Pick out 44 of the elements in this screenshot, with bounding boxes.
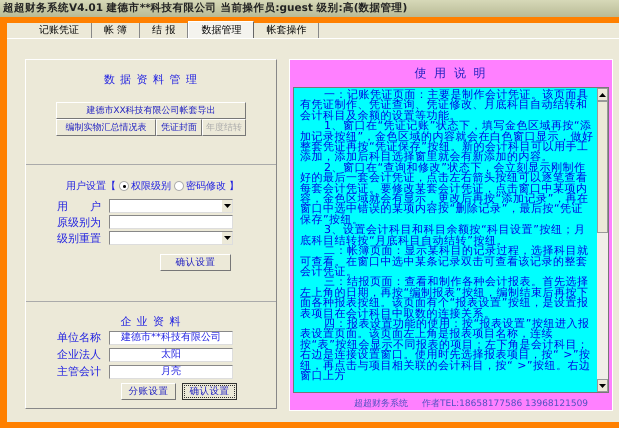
dropdown-field[interactable]: [109, 231, 233, 245]
field-label: 企业法人: [57, 347, 102, 362]
help-paragraph: 四：报表设置功能的使用：按“报表设置”按纽进入报表设置页面。该页面左上角是报表项目名称，连续按“表”按纽会显示不同报表的项目；左下角是会计科目；右边是连接设置窗口。使用时先选择报表项目，按“ >”按纽，再点击与项目相关联的会计科目，按“ >”按纽。右边窗口上方: [300, 318, 592, 382]
scroll-thumb[interactable]: [597, 101, 608, 233]
help-paragraph: 三：结报页面：查看和制作各种会计报表。首先选择左上角的日期，再按“编制报表”按纽，编制结束后再按下面各种报表按纽。该页面有个“报表设置”按纽，是设置报表项目在会计科目中取数的连接关系。: [300, 277, 590, 319]
tab[interactable]: 帐套操作: [254, 23, 320, 38]
section-heading: 企 业 资 料: [120, 314, 182, 329]
radio-label[interactable]: 权限级别: [131, 179, 171, 193]
input-field[interactable]: 月亮: [109, 364, 233, 378]
tab[interactable]: 帐 簿: [92, 23, 140, 38]
footer-app-name: 超超财务系统: [354, 398, 408, 410]
settings-button[interactable]: 分账设置: [121, 383, 176, 400]
action-button[interactable]: 凭证封面: [156, 119, 202, 136]
footer-contact: 作者TEL:18658177586 13968121509: [422, 398, 588, 410]
tab[interactable]: 数据管理: [188, 21, 254, 38]
scrollbar[interactable]: [597, 88, 608, 392]
input-field[interactable]: 太阳: [109, 348, 233, 362]
dropdown-field[interactable]: [109, 199, 233, 213]
confirm-button[interactable]: 确认设置: [160, 254, 231, 271]
radio-button[interactable]: [119, 181, 129, 191]
field-label: 用 户: [57, 198, 102, 214]
input-field[interactable]: 建德市**科技有限公司: [109, 330, 233, 344]
user-settings-label: 用户设置【: [66, 180, 116, 193]
radio-button[interactable]: [174, 181, 184, 191]
help-paragraph: 二：帐簿页面：显示某科目的记录过程，选择科目就可查看。在窗口中选中某条记录双击可查看该记录的整套会计凭证。: [300, 246, 590, 278]
field-label: 主管会计: [57, 364, 102, 379]
action-button[interactable]: 建德市XX科技有限公司帐套导出: [56, 102, 246, 119]
action-button[interactable]: 编制实物汇总情况表: [56, 119, 156, 136]
tab[interactable]: 记账凭证: [27, 23, 92, 38]
field-label: 级别重置: [57, 230, 102, 246]
settings-button[interactable]: 确认设置: [182, 383, 237, 400]
scroll-down-icon[interactable]: [597, 379, 608, 392]
field-label: 单位名称: [57, 330, 102, 345]
window-title: 超超财务系统V4.01 建德市**科技有限公司 当前操作员:guest 级别:高(数据管理): [0, 0, 619, 17]
input-field[interactable]: [109, 215, 233, 229]
section-heading: 数 据 资 料 管 理: [104, 72, 198, 87]
bracket: 】: [229, 180, 239, 193]
help-paragraph: 3、设置会计科目和科目余额按“科目设置”按纽；月底科目结转按“月底科目自动结转”按纽。: [300, 225, 586, 246]
field-label: 原级别为: [57, 214, 102, 230]
help-paragraph: 1、窗口在“凭证记账”状态下，填写金色区域再按“添加记录按纽”，金色区域的内容就会在白色窗口显示，做好整套凭证再按“凭证保存”按纽。新的会计科目可以用手工添加，添加后科目选择窗里就会有新添加的内容。: [300, 121, 594, 163]
help-paragraph: 一：记账凭证页面：主要是制作会计凭证。该页面具有凭证制作、凭证查询、凭证修改、月底科目自动结转和会计科目及余额的设置等功能。: [300, 90, 588, 122]
scroll-up-icon[interactable]: [597, 88, 608, 101]
help-heading: 使 用 说 明: [414, 65, 488, 82]
radio-label[interactable]: 密码修改: [186, 179, 226, 193]
